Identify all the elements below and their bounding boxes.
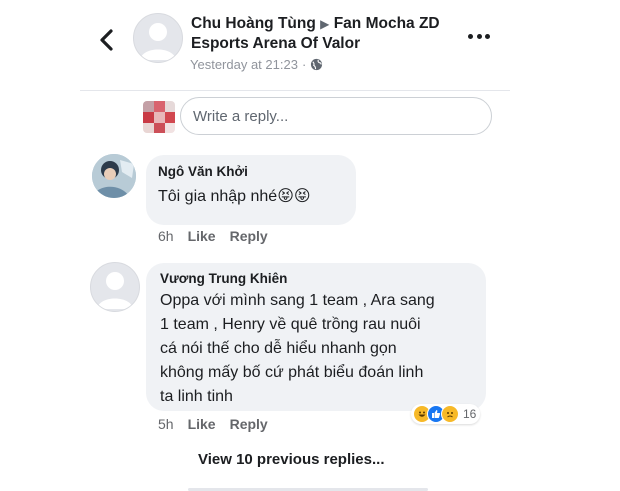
comment-line: 1 team , Henry về quê trồng rau nuôi [160, 316, 421, 333]
author-avatar[interactable] [133, 13, 183, 63]
commenter-name[interactable]: Vương Trung Khiên [160, 271, 472, 286]
comment-text-row: Tôi gia nhập nhé😝😝 [158, 185, 344, 209]
comment-text: Oppa với mình sang 1 team , Ara sang 1 t… [160, 289, 472, 409]
comment-line: không mấy bố cứ phát biểu đoán linh [160, 364, 424, 381]
reply-placeholder: Write a reply... [193, 107, 289, 125]
more-dot-icon [476, 34, 482, 39]
reply-button[interactable]: Reply [230, 228, 268, 244]
post-timestamp[interactable]: Yesterday at 21:23 [190, 57, 298, 72]
current-user-avatar [143, 101, 175, 133]
tongue-emoji-icon: 😝😝 [277, 188, 311, 205]
commenter-name[interactable]: Ngô Văn Khởi [158, 164, 344, 179]
default-avatar-icon [140, 23, 176, 60]
reply-button[interactable]: Reply [230, 416, 268, 432]
user-photo-icon [92, 154, 136, 198]
more-dot-icon [485, 34, 490, 39]
post-meta: Yesterday at 21:23 · [190, 57, 323, 72]
reactions-summary[interactable]: 16 [411, 404, 481, 424]
post-title: Chu Hoàng Tùng ▶ Fan Mocha ZD Esports Ar… [191, 14, 481, 54]
triangle-right-icon: ▶ [320, 17, 330, 31]
comment-line: cá nói thế cho dễ hiểu nhanh gọn [160, 340, 397, 357]
comment-time[interactable]: 5h [158, 416, 174, 432]
like-button[interactable]: Like [188, 228, 216, 244]
comment-line: Oppa với mình sang 1 team , Ara sang [160, 292, 435, 309]
reaction-count: 16 [463, 407, 477, 421]
comment-actions: 5h Like Reply [158, 416, 268, 432]
meta-dot: · [301, 57, 307, 72]
globe-icon [311, 58, 323, 71]
sad-reaction-icon [441, 405, 459, 423]
chevron-left-icon [100, 29, 113, 51]
author-name[interactable]: Chu Hoàng Tùng [191, 15, 316, 32]
header-divider [80, 90, 510, 91]
comment-time[interactable]: 6h [158, 228, 174, 244]
comment-actions: 6h Like Reply [158, 228, 268, 244]
commenter-avatar[interactable] [90, 262, 140, 312]
comment-bubble: Vương Trung Khiên Oppa với mình sang 1 t… [146, 263, 486, 411]
comment-bubble: Ngô Văn Khởi Tôi gia nhập nhé😝😝 [146, 155, 356, 225]
more-options-button[interactable] [468, 34, 490, 40]
default-avatar-icon [97, 272, 133, 309]
pixelated-avatar-icon [143, 101, 175, 133]
reply-input[interactable]: Write a reply... [180, 97, 492, 135]
back-button[interactable] [96, 26, 118, 54]
commenter-avatar[interactable] [92, 154, 136, 198]
comment-text: Tôi gia nhập nhé [158, 188, 278, 205]
like-button[interactable]: Like [188, 416, 216, 432]
more-dot-icon [468, 34, 473, 39]
view-previous-replies-link[interactable]: View 10 previous replies... [198, 451, 384, 468]
